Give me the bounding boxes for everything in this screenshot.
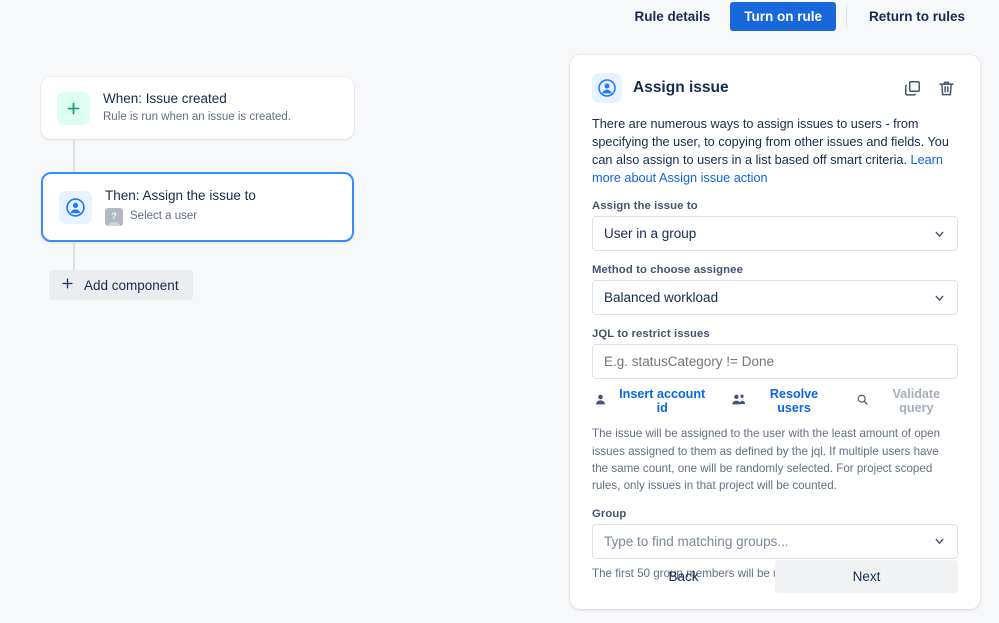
assign-to-value: User in a group: [604, 226, 697, 242]
method-select[interactable]: Balanced workload: [592, 280, 958, 316]
connector-line-2: [73, 242, 75, 270]
insert-account-id-label: Insert account id: [619, 387, 706, 416]
app-root: Rule details Turn on rule Return to rule…: [0, 0, 999, 623]
panel-header: Assign issue: [592, 73, 958, 103]
field-assign-to: Assign the issue to User in a group: [592, 200, 958, 252]
toolbar-divider: [845, 5, 847, 27]
validate-query-label: Validate query: [892, 387, 941, 416]
field-assign-to-label: Assign the issue to: [592, 200, 698, 213]
trigger-node-text: When: Issue created Rule is run when an …: [103, 91, 291, 126]
jql-input[interactable]: [592, 344, 958, 380]
field-group-label: Group: [592, 507, 627, 520]
trash-icon[interactable]: [935, 77, 958, 100]
jql-action-links: Insert account id Resolve users Validate…: [592, 387, 958, 415]
method-value: Balanced workload: [604, 290, 719, 306]
people-icon: [731, 393, 746, 409]
turn-on-rule-button[interactable]: Turn on rule: [730, 1, 836, 31]
action-node-title: Then: Assign the issue to: [105, 188, 256, 204]
rule-details-button[interactable]: Rule details: [622, 3, 722, 30]
field-method-label: Method to choose assignee: [592, 264, 743, 277]
field-jql: JQL to restrict issues: [592, 328, 958, 380]
rule-canvas: When: Issue created Rule is run when an …: [0, 32, 540, 623]
back-button[interactable]: Back: [592, 560, 775, 593]
action-config-panel: Assign issue There are numerous ways to …: [570, 55, 980, 609]
resolve-users-button[interactable]: Resolve users: [731, 387, 835, 415]
panel-header-actions: [901, 77, 958, 100]
action-node-assignee: ? Select a user: [105, 207, 256, 226]
panel-description: There are numerous ways to assign issues…: [592, 115, 958, 187]
validate-query-button[interactable]: Validate query: [856, 387, 958, 415]
resolve-users-label: Resolve users: [769, 387, 819, 416]
avatar-question-glyph: ?: [111, 211, 117, 222]
jql-helper-text: The issue will be assigned to the user w…: [592, 427, 941, 493]
trigger-node-title: When: Issue created: [103, 90, 227, 106]
trigger-node-subtitle: Rule is run when an issue is created.: [103, 111, 291, 124]
chevron-down-icon: [933, 535, 946, 548]
group-placeholder: Type to find matching groups...: [604, 533, 789, 549]
plus-icon: [57, 91, 90, 125]
chevron-down-icon: [933, 291, 946, 304]
field-jql-label: JQL to restrict issues: [592, 328, 710, 341]
connector-line-1: [73, 139, 75, 172]
user-circle-icon: [592, 73, 622, 103]
search-icon: [856, 393, 869, 409]
field-method: Method to choose assignee Balanced workl…: [592, 264, 958, 316]
copy-icon[interactable]: [901, 77, 924, 100]
return-to-rules-button[interactable]: Return to rules: [857, 3, 977, 30]
avatar-placeholder-icon: ?: [105, 207, 123, 226]
panel-description-text: There are numerous ways to assign issues…: [592, 117, 949, 168]
panel-footer: Back Next: [592, 560, 958, 593]
panel-title: Assign issue: [633, 79, 729, 96]
user-circle-icon: [59, 190, 92, 224]
top-action-bar: Rule details Turn on rule Return to rule…: [0, 0, 999, 32]
chevron-down-icon: [933, 227, 946, 240]
assign-to-select[interactable]: User in a group: [592, 216, 958, 252]
action-node-assign-issue[interactable]: Then: Assign the issue to ? Select a use…: [41, 172, 354, 242]
action-node-text: Then: Assign the issue to ? Select a use…: [105, 188, 256, 226]
action-node-subtitle: Select a user: [130, 210, 198, 223]
insert-account-id-button[interactable]: Insert account id: [594, 387, 711, 415]
add-component-label: Add component: [84, 277, 179, 293]
add-component-button[interactable]: Add component: [49, 270, 193, 300]
person-icon: [594, 393, 607, 409]
next-button[interactable]: Next: [775, 560, 958, 593]
trigger-node-issue-created[interactable]: When: Issue created Rule is run when an …: [41, 77, 354, 139]
plus-icon: [60, 276, 75, 294]
group-select[interactable]: Type to find matching groups...: [592, 523, 958, 559]
